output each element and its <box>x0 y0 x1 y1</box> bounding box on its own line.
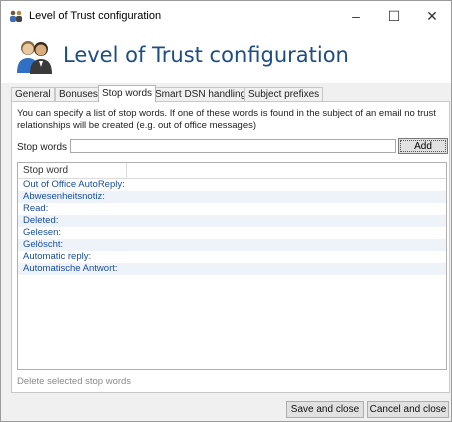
dialog-header: Level of Trust configuration <box>1 31 451 83</box>
stop-word-input[interactable] <box>70 139 396 153</box>
list-item[interactable]: Gelöscht: <box>18 239 446 251</box>
list-item[interactable]: Out of Office AutoReply: <box>18 179 446 191</box>
list-item[interactable]: Automatic reply: <box>18 251 446 263</box>
tab-bonuses[interactable]: Bonuses <box>55 87 102 101</box>
save-and-close-button[interactable]: Save and close <box>286 401 364 418</box>
column-divider[interactable] <box>126 163 127 178</box>
stop-words-list[interactable]: Stop word Out of Office AutoReply: Abwes… <box>17 162 447 370</box>
list-item[interactable]: Deleted: <box>18 215 446 227</box>
tab-general[interactable]: General <box>11 87 55 101</box>
delete-stop-words-link[interactable]: Delete selected stop words <box>17 376 131 387</box>
page-title: Level of Trust configuration <box>63 43 349 67</box>
stop-words-label: Stop words <box>17 142 68 153</box>
list-item[interactable]: Gelesen: <box>18 227 446 239</box>
list-item[interactable]: Abwesenheitsnotiz: <box>18 191 446 203</box>
tab-stop-words[interactable]: Stop words <box>98 85 157 102</box>
cancel-and-close-button[interactable]: Cancel and close <box>367 401 449 418</box>
add-button[interactable]: Add <box>398 138 448 154</box>
tab-subject-prefixes[interactable]: Subject prefixes <box>244 87 324 101</box>
users-icon <box>10 10 22 22</box>
list-item[interactable]: Automatische Antwort: <box>18 263 446 275</box>
users-icon <box>17 41 52 74</box>
maximize-button[interactable]: ☐ <box>375 1 413 31</box>
dialog-window: Level of Trust configuration – ☐ ✕ Level… <box>0 0 452 422</box>
title-bar[interactable]: Level of Trust configuration – ☐ ✕ <box>1 1 451 31</box>
list-header: Stop word <box>18 163 446 179</box>
tab-smart-dsn-handling[interactable]: Smart DSN handling <box>151 87 251 101</box>
minimize-button[interactable]: – <box>337 1 375 31</box>
close-button[interactable]: ✕ <box>413 1 451 31</box>
dialog-footer: Save and close Cancel and close <box>1 393 451 421</box>
list-item[interactable]: Read: <box>18 203 446 215</box>
window-title: Level of Trust configuration <box>29 10 162 22</box>
stop-words-panel: You can specify a list of stop words. If… <box>11 101 450 393</box>
column-header-stop-word[interactable]: Stop word <box>23 165 68 176</box>
stop-words-description: You can specify a list of stop words. If… <box>17 108 436 131</box>
